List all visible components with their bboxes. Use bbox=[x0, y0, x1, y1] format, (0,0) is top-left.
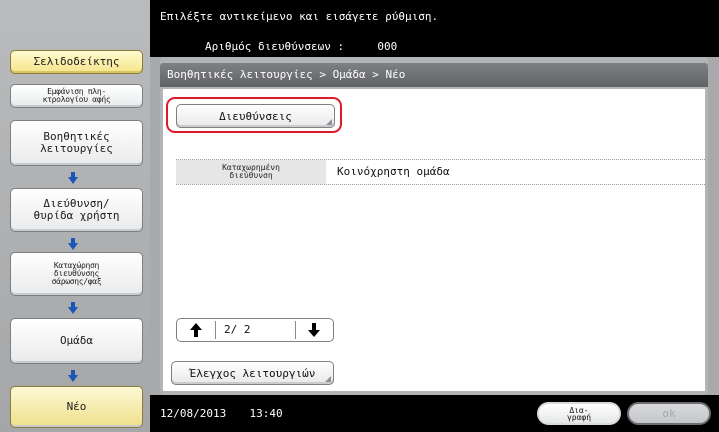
datetime: 12/08/2013 13:40 bbox=[160, 407, 283, 420]
check-functions-button[interactable]: Έλεγχος λειτουργιών bbox=[171, 361, 334, 385]
top-message-bar: Επιλέξτε αντικείμενο και εισάγετε ρύθμισ… bbox=[150, 0, 719, 57]
instruction-message: Επιλέξτε αντικείμενο και εισάγετε ρύθμισ… bbox=[160, 10, 439, 23]
screen: Σελιδοδείκτης Εμφάνιση πλη- κτρολογίου α… bbox=[0, 0, 719, 432]
down-arrow-icon bbox=[68, 238, 78, 250]
registered-address-label: Καταχωρημένη διεύθυνση bbox=[176, 160, 326, 184]
pager: 2/ 2 bbox=[176, 318, 334, 342]
nav-address-box[interactable]: Διεύθυνση/ θυρίδα χρήστη bbox=[10, 188, 143, 232]
address-count-label: Αριθμός διευθύνσεων : bbox=[205, 40, 345, 53]
highlight-callout bbox=[166, 97, 342, 133]
content-area bbox=[163, 89, 705, 391]
time-text: 13:40 bbox=[249, 407, 283, 420]
page-down-button[interactable] bbox=[295, 319, 333, 341]
address-count: Αριθμός διευθύνσεων : 000 bbox=[205, 40, 397, 53]
date-text: 12/08/2013 bbox=[160, 407, 227, 420]
breadcrumb: Βοηθητικές λειτουργίες > Ομάδα > Νέο bbox=[160, 63, 708, 87]
down-arrow-icon bbox=[68, 302, 78, 314]
keypad-button[interactable]: Εμφάνιση πλη- κτρολογίου αφής bbox=[10, 84, 143, 108]
arrow-down-icon bbox=[308, 323, 320, 337]
arrow-up-icon bbox=[190, 323, 202, 337]
nav-group[interactable]: Ομάδα bbox=[10, 318, 143, 364]
page-indicator: 2/ 2 bbox=[224, 323, 251, 336]
delete-button[interactable]: Δια- γραφή bbox=[537, 402, 621, 425]
registered-address-row: Καταχωρημένη διεύθυνση Κοινόχρηστη ομάδα bbox=[176, 159, 705, 185]
nav-utility[interactable]: Βοηθητικές λειτουργίες bbox=[10, 120, 143, 166]
registered-address-value: Κοινόχρηστη ομάδα bbox=[337, 165, 450, 178]
page-up-button[interactable] bbox=[177, 319, 215, 341]
ok-button[interactable]: ok bbox=[627, 402, 711, 425]
down-arrow-icon bbox=[68, 370, 78, 382]
down-arrow-icon bbox=[68, 172, 78, 184]
divider bbox=[215, 321, 216, 339]
bookmark-button[interactable]: Σελιδοδείκτης bbox=[10, 50, 143, 74]
nav-new[interactable]: Νέο bbox=[10, 386, 143, 428]
nav-scan-fax-registration[interactable]: Καταχώρηση διευθύνσης σάρωσης/φαξ bbox=[10, 252, 143, 296]
address-count-value: 000 bbox=[377, 40, 398, 53]
